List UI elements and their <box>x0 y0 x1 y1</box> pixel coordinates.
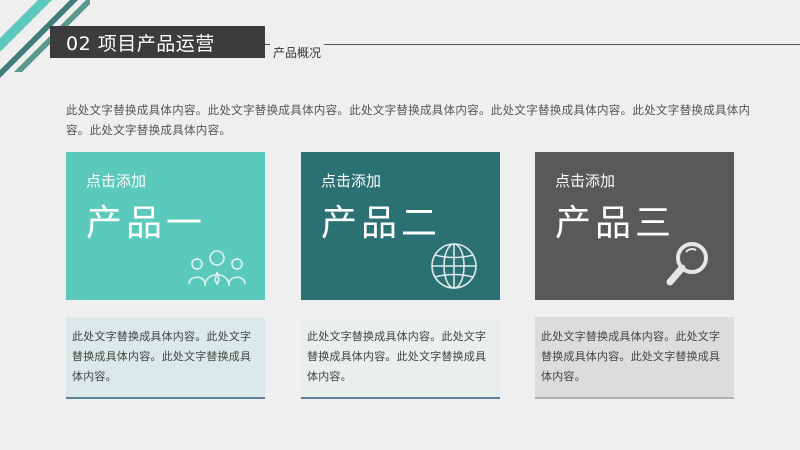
product-tile-3-name: 产品三 <box>555 203 676 244</box>
magnifier-icon <box>666 242 708 286</box>
product-tile-3[interactable]: 点击添加 产品三 <box>535 152 734 300</box>
product-tile-2-add-label: 点击添加 <box>321 172 382 190</box>
people-icon <box>188 250 246 287</box>
section-subtitle: 产品概况 <box>270 44 325 61</box>
product-tile-2-name: 产品二 <box>321 203 442 244</box>
section-title: 02 项目产品运营 <box>66 32 215 55</box>
product-tile-1-name: 产品一 <box>86 203 207 244</box>
product-tile-1-add-label: 点击添加 <box>86 172 147 190</box>
globe-icon <box>431 243 477 289</box>
section-title-bar: 02 项目产品运营 <box>50 26 265 58</box>
product-tile-3-add-label: 点击添加 <box>555 172 616 190</box>
intro-paragraph[interactable]: 此处文字替换成具体内容。此处文字替换成具体内容。此处文字替换成具体内容。此处文字… <box>66 100 758 140</box>
header-divider <box>265 44 800 45</box>
product-3-description[interactable]: 此处文字替换成具体内容。此处文字替换成具体内容。此处文字替换成具体内容。 <box>535 317 734 399</box>
product-tile-1[interactable]: 点击添加 产品一 <box>66 152 265 300</box>
product-tile-2[interactable]: 点击添加 产品二 <box>301 152 500 300</box>
product-2-description[interactable]: 此处文字替换成具体内容。此处文字替换成具体内容。此处文字替换成具体内容。 <box>301 317 500 399</box>
product-1-description[interactable]: 此处文字替换成具体内容。此处文字替换成具体内容。此处文字替换成具体内容。 <box>66 317 265 399</box>
slide: 02 项目产品运营 产品概况 此处文字替换成具体内容。此处文字替换成具体内容。此… <box>0 0 800 450</box>
